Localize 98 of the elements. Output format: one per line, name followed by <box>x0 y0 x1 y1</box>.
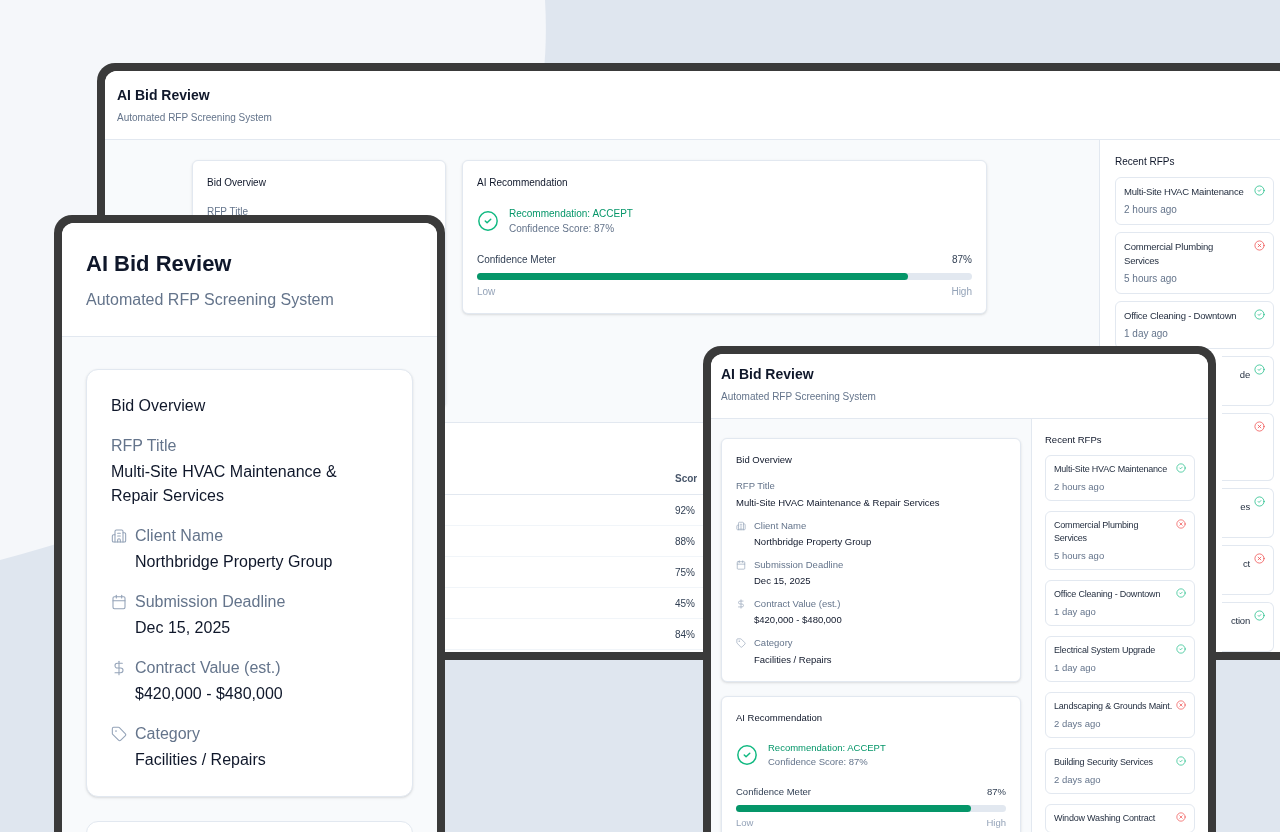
rfp-time: 2 hours ago <box>1054 480 1106 494</box>
app-subtitle: Automated RFP Screening System <box>117 111 273 125</box>
meter-label: Confidence Meter <box>736 784 811 799</box>
app-title: AI Bid Review <box>721 365 815 384</box>
dollar-icon <box>736 599 746 610</box>
building-icon <box>736 520 746 531</box>
table-cell-text: 88% <box>675 534 695 549</box>
rfp-list-item[interactable]: Building Security Services 2 days ago <box>1045 748 1195 795</box>
rfp-list-item[interactable]: Commercial Plumbing Services 5 hours ago <box>1045 511 1195 571</box>
field-value: Northbridge Property Group <box>754 534 872 549</box>
app-title: AI Bid Review <box>86 250 233 278</box>
rfp-time: 2 days ago <box>1054 717 1102 731</box>
rfp-list-item[interactable] <box>1222 413 1274 481</box>
dollar-icon <box>111 660 127 676</box>
rfp-list-item[interactable]: Multi-Site HVAC Maintenance 2 hours ago <box>1115 177 1274 225</box>
rfp-title: ct <box>1243 557 1250 571</box>
field-value: $420,000 - $480,000 <box>135 684 283 704</box>
table-cell-text: 92% <box>675 503 695 518</box>
meter-reading: 87% <box>952 253 972 267</box>
meter-reading: 87% <box>987 784 1006 799</box>
rfp-title: Landscaping & Grounds Maint. <box>1054 700 1172 714</box>
rfp-time: 1 day ago <box>1124 327 1169 341</box>
field-label: Submission Deadline <box>135 592 286 612</box>
field-label: RFP Title <box>207 205 248 219</box>
rfp-title: Multi-Site HVAC Maintenance <box>1124 185 1245 199</box>
rfp-list-item[interactable]: Landscaping & Grounds Maint. 2 days ago <box>1045 692 1195 739</box>
field-value: Multi-Site HVAC Maintenance & Repair Services <box>736 495 940 510</box>
table-cell-text: 75% <box>675 565 695 580</box>
rfp-title: Office Cleaning - Downtown <box>1124 309 1238 323</box>
rfp-list-item[interactable]: Window Washing Contract <box>1045 804 1195 832</box>
app-subtitle: Automated RFP Screening System <box>86 290 335 310</box>
rfp-title: de <box>1239 368 1250 382</box>
rfp-time: 1 day ago <box>1054 605 1097 619</box>
high-label: High <box>951 285 972 299</box>
confidence-score: Confidence Score: 87% <box>509 222 616 236</box>
rfp-time: 2 hours ago <box>1124 203 1178 217</box>
rfp-time: 1 day ago <box>1054 661 1097 675</box>
field-label: Contract Value (est.) <box>754 597 841 611</box>
rfp-list-item[interactable]: Commercial Plumbing Services 5 hours ago <box>1115 232 1274 294</box>
rfp-title: Office Cleaning - Downtown <box>1054 588 1162 602</box>
rfp-list-item[interactable]: ct <box>1222 545 1274 595</box>
field-value: Dec 15, 2025 <box>135 618 231 638</box>
tag-icon <box>111 726 127 742</box>
card-title: Bid Overview <box>111 396 207 416</box>
rfp-list-item[interactable]: Multi-Site HVAC Maintenance 2 hours ago <box>1045 455 1195 502</box>
field-label: Category <box>135 724 200 744</box>
field-label: Client Name <box>754 518 807 533</box>
sidebar-title: Recent RFPs <box>1045 433 1103 447</box>
calendar-icon <box>111 594 127 610</box>
rfp-title: Multi-Site HVAC Maintenance <box>1054 463 1168 477</box>
rfp-title: ction <box>1230 614 1250 628</box>
app-title: AI Bid Review <box>117 86 211 105</box>
rfp-list-item[interactable]: Electrical System Upgrade 1 day ago <box>1045 636 1195 683</box>
rfp-time: 5 hours ago <box>1124 272 1178 286</box>
rfp-title: Commercial Plumbing Services <box>1124 240 1215 268</box>
field-value: Facilities / Repairs <box>754 652 832 667</box>
meter-label: Confidence Meter <box>477 253 556 267</box>
rfp-title: Window Washing Contract <box>1054 812 1157 826</box>
card-title: AI Recommendation <box>736 710 824 725</box>
rfp-title: Electrical System Upgrade <box>1054 644 1157 658</box>
card-title: Bid Overview <box>207 176 267 190</box>
recommendation-text: Recommendation: ACCEPT <box>509 207 633 221</box>
field-label: Submission Deadline <box>754 557 844 572</box>
rfp-title: Commercial Plumbing Services <box>1054 519 1140 546</box>
column-header: Scor <box>675 472 698 486</box>
field-value: Dec 15, 2025 <box>754 574 811 588</box>
rfp-time: 5 hours ago <box>1054 549 1106 563</box>
sidebar-title: Recent RFPs <box>1115 155 1176 169</box>
low-label: Low <box>736 815 754 830</box>
rfp-list-item[interactable]: Office Cleaning - Downtown 1 day ago <box>1045 580 1195 627</box>
rfp-title: Building Security Services <box>1054 756 1154 770</box>
rfp-list-item[interactable]: es <box>1222 488 1274 538</box>
field-value: Multi-Site HVAC Maintenance & Repair Services <box>111 462 338 506</box>
card-title: Bid Overview <box>736 453 793 467</box>
field-value: Northbridge Property Group <box>135 552 333 572</box>
app-subtitle: Automated RFP Screening System <box>721 390 877 404</box>
field-label: Contract Value (est.) <box>135 658 281 678</box>
high-label: High <box>986 815 1006 830</box>
rfp-list-item[interactable]: de <box>1222 356 1274 406</box>
rfp-list-item[interactable]: Office Cleaning - Downtown 1 day ago <box>1115 301 1274 349</box>
field-label: RFP Title <box>736 479 775 494</box>
card-title: AI Recommendation <box>477 176 569 190</box>
field-label: Client Name <box>135 526 224 546</box>
rfp-title: es <box>1240 500 1250 514</box>
tag-icon <box>736 638 746 649</box>
rfp-time: 2 days ago <box>1054 773 1102 787</box>
building-icon <box>111 528 127 544</box>
field-label: RFP Title <box>111 436 177 456</box>
field-value: Facilities / Repairs <box>135 750 266 770</box>
field-label: Category <box>754 636 793 651</box>
rfp-list-item[interactable]: ction <box>1222 602 1274 652</box>
calendar-icon <box>736 559 746 570</box>
field-value: $420,000 - $480,000 <box>754 613 842 628</box>
table-cell-text: 45% <box>675 596 695 611</box>
confidence-score: Confidence Score: 87% <box>768 754 869 769</box>
low-label: Low <box>477 285 496 299</box>
recommendation-text: Recommendation: ACCEPT <box>768 740 886 755</box>
table-cell-text: 84% <box>675 627 695 642</box>
